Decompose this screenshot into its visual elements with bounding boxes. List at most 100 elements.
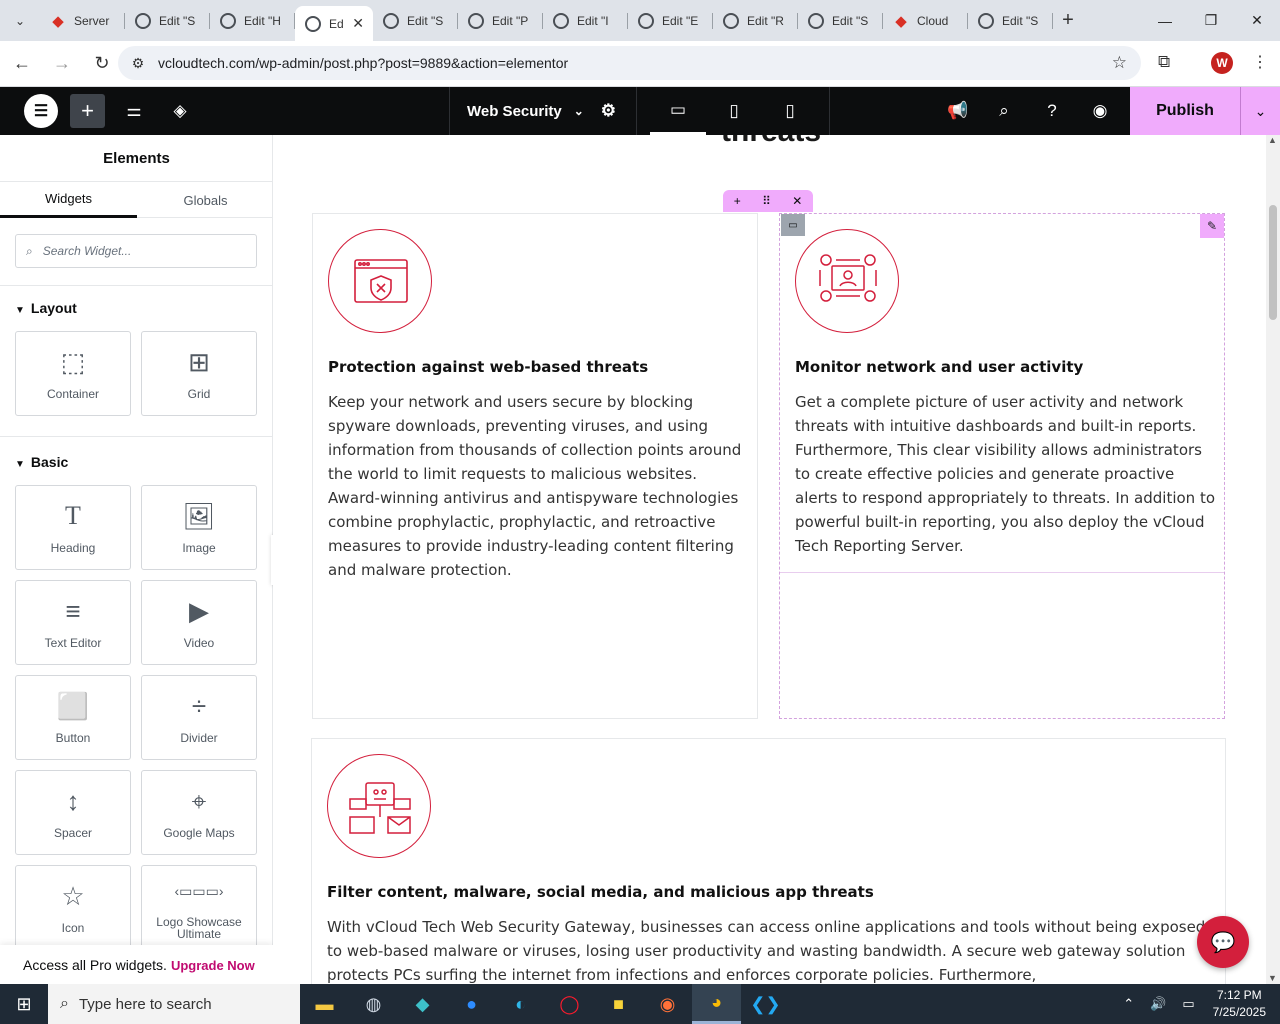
app-icon[interactable]: ◆: [398, 984, 447, 1024]
scrollbar-thumb[interactable]: [1269, 205, 1277, 320]
firefox-icon[interactable]: ◉: [643, 984, 692, 1024]
widget-container[interactable]: ⬚ Container: [15, 331, 131, 416]
card-title: Monitor network and user activity: [795, 358, 1084, 376]
taskbar-clock[interactable]: 7:12 PM 7/25/2025: [1213, 987, 1266, 1021]
new-tab-button[interactable]: +: [1053, 9, 1083, 32]
browser-tab[interactable]: Ed ✕: [295, 6, 373, 41]
opera-icon[interactable]: ◯: [545, 984, 594, 1024]
divider: [0, 285, 273, 286]
document-title: Web Security: [467, 102, 562, 120]
widget-video[interactable]: ▶ Video: [141, 580, 257, 665]
page-settings-gear-icon[interactable]: ⚙: [601, 101, 616, 121]
tab-search-button[interactable]: ⌄: [0, 0, 40, 41]
browser-tab[interactable]: Edit "S: [968, 0, 1053, 41]
site-info-icon[interactable]: ⚙: [118, 55, 158, 72]
widget-text-editor[interactable]: ≡ Text Editor: [15, 580, 131, 665]
browser-menu-icon[interactable]: ⋮: [1252, 52, 1268, 72]
widget-icon[interactable]: ☆ Icon: [15, 865, 131, 950]
add-element-button[interactable]: +: [70, 94, 105, 128]
close-window-button[interactable]: ✕: [1234, 0, 1280, 41]
browser-tab[interactable]: ◆ Server: [40, 0, 125, 41]
omnibox[interactable]: ⚙ vcloudtech.com/wp-admin/post.php?post=…: [118, 46, 1141, 80]
chat-widget-icon[interactable]: 💬: [1197, 916, 1249, 968]
search-icon[interactable]: ⌕: [990, 87, 1018, 135]
widget-button[interactable]: ⬜ Button: [15, 675, 131, 760]
help-icon[interactable]: ?: [1038, 87, 1066, 135]
column-select-icon[interactable]: ▭: [781, 214, 805, 236]
forward-button[interactable]: →: [44, 53, 80, 74]
browser-tab[interactable]: ◆ Cloud: [883, 0, 968, 41]
widget-search-input[interactable]: ⌕ Search Widget...: [15, 234, 257, 268]
back-button[interactable]: ←: [4, 53, 40, 74]
feature-card[interactable]: Protection against web-based threats Kee…: [312, 213, 758, 719]
site-settings-icon[interactable]: ⚌: [120, 87, 148, 135]
wordpress-icon: [135, 12, 151, 29]
close-tab-icon[interactable]: ✕: [352, 15, 364, 32]
elementor-logo-icon[interactable]: ☰: [24, 94, 58, 128]
feature-card-selected[interactable]: Monitor network and user activity Get a …: [779, 213, 1225, 719]
widget-heading[interactable]: T Heading: [15, 485, 131, 570]
widget-spacer[interactable]: ↕ Spacer: [15, 770, 131, 855]
mobile-view-icon[interactable]: ▯: [762, 87, 818, 135]
network-icon[interactable]: ▭: [1182, 996, 1194, 1012]
wordpress-icon: [468, 12, 484, 29]
reload-button[interactable]: ↻: [84, 53, 120, 74]
widget-image[interactable]: 🖼 Image: [141, 485, 257, 570]
zoom-icon[interactable]: ●: [447, 984, 496, 1024]
browser-tab[interactable]: Edit "S: [798, 0, 883, 41]
structure-layers-icon[interactable]: ◈: [166, 87, 194, 135]
tab-globals[interactable]: Globals: [137, 182, 274, 218]
basic-category-toggle[interactable]: ▼ Basic: [15, 454, 68, 470]
browser-tab[interactable]: Edit "S: [125, 0, 210, 41]
drag-handle-icon[interactable]: ⠿: [762, 194, 771, 208]
notifications-megaphone-icon[interactable]: 📢: [944, 87, 972, 135]
volume-icon[interactable]: 🔊: [1150, 996, 1166, 1012]
browser-tab[interactable]: Edit "R: [713, 0, 798, 41]
widget-google-maps[interactable]: ⌖ Google Maps: [141, 770, 257, 855]
clock-date: 7/25/2025: [1212, 1005, 1266, 1019]
url-text[interactable]: vcloudtech.com/wp-admin/post.php?post=98…: [158, 55, 568, 71]
tab-widgets[interactable]: Widgets: [0, 182, 137, 218]
widget-logo-showcase[interactable]: ‹▭▭▭› Logo Showcase Ultimate: [141, 865, 257, 950]
scroll-down-arrow-icon[interactable]: ▼: [1268, 973, 1277, 983]
bookmark-star-icon[interactable]: ☆: [1112, 53, 1127, 73]
add-container-icon[interactable]: +: [734, 194, 741, 208]
browser-tab[interactable]: Edit "P: [458, 0, 543, 41]
widget-grid[interactable]: ⊞ Grid: [141, 331, 257, 416]
taskbar-search-box[interactable]: ⌕ Type here to search: [48, 984, 300, 1024]
browser-tab[interactable]: Edit "H: [210, 0, 295, 41]
app-icon[interactable]: ◍: [349, 984, 398, 1024]
windows-start-icon[interactable]: ⊞: [0, 984, 48, 1024]
vscode-icon[interactable]: ❮❯: [741, 984, 790, 1024]
document-settings-dropdown[interactable]: Web Security ⌄ ⚙: [449, 87, 637, 135]
edit-pencil-icon[interactable]: ✎: [1200, 214, 1224, 238]
delete-container-icon[interactable]: ✕: [792, 194, 802, 208]
file-explorer-icon[interactable]: ▬: [300, 984, 349, 1024]
tablet-view-icon[interactable]: ▯: [706, 87, 762, 135]
layout-category-toggle[interactable]: ▼ Layout: [15, 300, 77, 316]
container-controls: + ⠿ ✕: [723, 190, 813, 212]
edge-icon[interactable]: ◐: [496, 984, 545, 1024]
widget-divider[interactable]: ÷ Divider: [141, 675, 257, 760]
chrome-icon[interactable]: ◕: [692, 984, 741, 1024]
taskbar-search-placeholder: Type here to search: [78, 995, 212, 1013]
feature-card[interactable]: Filter content, malware, social media, a…: [311, 738, 1226, 985]
sticky-notes-icon[interactable]: ■: [594, 984, 643, 1024]
extensions-icon[interactable]: ⧉: [1158, 52, 1170, 72]
desktop-view-icon[interactable]: ▭: [650, 87, 706, 135]
maximize-button[interactable]: ❐: [1188, 0, 1234, 41]
canvas-scrollbar[interactable]: ▲ ▼: [1266, 135, 1280, 985]
preview-eye-icon[interactable]: ◉: [1086, 87, 1114, 135]
profile-avatar[interactable]: W: [1211, 52, 1233, 74]
browser-tab[interactable]: Edit "E: [628, 0, 713, 41]
browser-tab[interactable]: Edit "I: [543, 0, 628, 41]
tray-chevron-icon[interactable]: ⌃: [1123, 996, 1134, 1012]
browser-tab[interactable]: Edit "S: [373, 0, 458, 41]
tab-title: Edit "S: [1002, 13, 1039, 28]
scroll-up-arrow-icon[interactable]: ▲: [1268, 135, 1277, 145]
minimize-button[interactable]: —: [1142, 0, 1188, 41]
publish-options-chevron-icon[interactable]: ⌄: [1240, 87, 1280, 135]
upgrade-now-link[interactable]: Upgrade Now: [171, 958, 255, 973]
publish-button[interactable]: Publish: [1130, 87, 1240, 135]
card-body: With vCloud Tech Web Security Gateway, b…: [327, 918, 1206, 984]
